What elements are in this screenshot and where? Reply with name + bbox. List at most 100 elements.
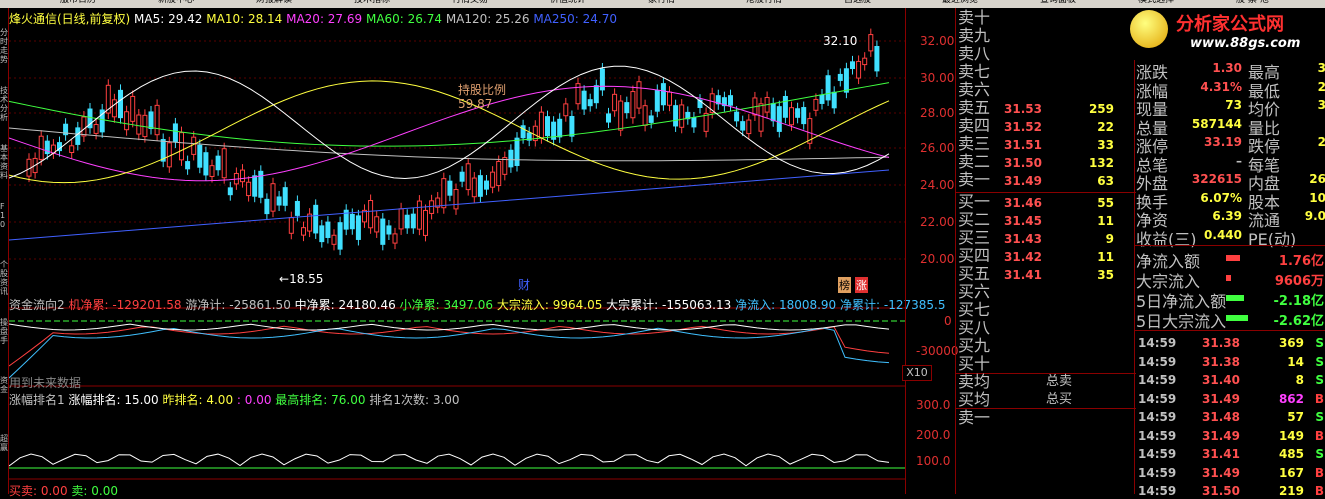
candle-body xyxy=(398,208,404,230)
ask-price[interactable]: 31.51 xyxy=(1004,138,1042,152)
tick-volume: 57 xyxy=(1287,410,1304,424)
stat-value: 33.19 xyxy=(1204,135,1242,149)
ask-price[interactable]: 31.49 xyxy=(1004,174,1042,188)
ask-level-label: 卖十 xyxy=(958,8,991,27)
price-axis: X10 32.00 30.00 28.00 26.00 24.00 22.00 20.00 0… xyxy=(902,8,959,494)
candle-body xyxy=(660,83,666,106)
candle-body xyxy=(819,94,825,104)
candle-body xyxy=(667,91,672,106)
top-menu-item[interactable]: 查询面板 xyxy=(1040,0,1076,5)
left-tab[interactable]: 技术分析 xyxy=(0,86,8,140)
stat-value: 0.440 xyxy=(1204,227,1242,242)
tick-side: S xyxy=(1315,354,1324,369)
ask-level-label: 卖八 xyxy=(958,44,991,63)
capital-value: -2.62亿 xyxy=(1273,314,1324,329)
candle-body xyxy=(496,160,502,187)
flow-value: 机净累: -129201.58 xyxy=(68,298,182,312)
brand-title: 分析家公式网 xyxy=(1176,14,1284,35)
rank-axis-tick: 300.0 xyxy=(916,398,951,412)
price-tick: 20.00 xyxy=(920,252,955,266)
top-menu-item[interactable]: 价值统计 xyxy=(550,0,586,5)
candle-body xyxy=(410,213,416,229)
bid-level-label: 买一 xyxy=(958,192,991,211)
candle-body xyxy=(404,214,410,229)
left-tab[interactable]: 操盘手 xyxy=(0,318,8,372)
candle-body xyxy=(831,91,837,109)
candle-body xyxy=(282,187,288,206)
candle-body xyxy=(581,90,587,110)
candle-body xyxy=(380,218,386,245)
candle-body xyxy=(148,111,154,130)
candle-body xyxy=(703,112,709,132)
candle-body xyxy=(770,103,776,122)
bid-price[interactable]: 31.42 xyxy=(1004,250,1042,264)
brand-banner: 分析家公式网 www.88gs.com xyxy=(1128,8,1325,60)
candle-body xyxy=(288,217,294,234)
tick-volume: 862 xyxy=(1278,391,1304,406)
top-menu-item[interactable]: 服币日历 xyxy=(60,0,96,5)
top-menu-item[interactable]: 自选股 xyxy=(844,0,871,5)
bid-price[interactable]: 31.43 xyxy=(1004,232,1042,246)
stat-value: 26 xyxy=(1309,172,1325,186)
top-menu-item[interactable]: 财报解读 xyxy=(256,0,292,5)
ask-price[interactable]: 31.53 xyxy=(1004,102,1042,116)
candle-body xyxy=(679,104,685,128)
avg-buy-label: 买均 xyxy=(958,390,991,409)
candle-body xyxy=(447,180,453,196)
bid-price[interactable]: 31.46 xyxy=(1004,196,1042,210)
top-menu-item[interactable]: 行情交易 xyxy=(452,0,488,5)
ask-price[interactable]: 31.50 xyxy=(1004,156,1042,170)
left-tab[interactable]: 资金 xyxy=(0,376,8,430)
tick-price: 31.48 xyxy=(1202,410,1240,424)
tick-side: B xyxy=(1314,484,1324,498)
tick-volume: 14 xyxy=(1287,354,1304,369)
candle-body xyxy=(874,45,880,72)
bid-price[interactable]: 31.41 xyxy=(1004,268,1042,282)
top-menu-item[interactable]: 股 票 池 xyxy=(1236,0,1269,5)
tick-side: B xyxy=(1314,391,1324,406)
orderbook-divider xyxy=(956,408,1136,409)
candle-body xyxy=(313,204,319,234)
candle-body xyxy=(508,149,514,168)
bid-level-label: 买四 xyxy=(958,246,991,265)
candle-body xyxy=(130,95,136,122)
ma-label: MA120: 25.26 xyxy=(442,12,530,26)
kline-chart[interactable] xyxy=(9,8,905,494)
limit-up-marker[interactable]: 涨 xyxy=(855,277,868,293)
left-tab[interactable]: 分时走势 xyxy=(0,28,8,82)
rank-value: 涨幅排名: 15.00 xyxy=(68,393,159,407)
candle-body xyxy=(642,105,648,126)
sell-value: 卖: 0.00 xyxy=(71,484,118,498)
rank-axis-tick: 200.0 xyxy=(916,428,951,442)
tick-price: 31.49 xyxy=(1202,391,1240,406)
candle-body xyxy=(490,171,496,188)
top-menu-item[interactable]: 港股行情 xyxy=(746,0,782,5)
rank-list-marker[interactable]: 榜 xyxy=(838,277,851,293)
left-tab[interactable]: 超赢 xyxy=(0,434,8,488)
candle-body xyxy=(118,89,123,119)
financial-report-marker[interactable]: 财 xyxy=(518,276,530,293)
top-menu-item[interactable]: 最近浏览 xyxy=(942,0,978,5)
sell-one-label: 卖一 xyxy=(958,408,991,427)
candle-body xyxy=(587,99,593,107)
top-menu-item[interactable]: 技术指标 xyxy=(354,0,390,5)
ask-level-label: 卖七 xyxy=(958,62,991,81)
bid-level-label: 买八 xyxy=(958,318,991,337)
left-tab[interactable]: F10 xyxy=(0,202,8,256)
top-menu-item[interactable]: 家行情 xyxy=(648,0,675,5)
capital-divider xyxy=(1134,330,1325,331)
capital-bar xyxy=(1226,255,1240,261)
left-tab[interactable]: 个股资讯 xyxy=(0,260,8,314)
tick-price: 31.38 xyxy=(1202,336,1240,350)
candle-body xyxy=(862,57,868,66)
candle-body xyxy=(740,121,746,131)
bid-price[interactable]: 31.45 xyxy=(1004,214,1042,228)
chart-area[interactable]: 烽火通信(日线,前复权) MA5: 29.42 MA10: 28.14 MA20… xyxy=(9,8,945,498)
candle-body xyxy=(136,114,142,135)
ask-price[interactable]: 31.52 xyxy=(1004,120,1042,134)
flow-value: 大宗累计: -155063.13 xyxy=(602,298,732,312)
top-menu-item[interactable]: 模式选择 xyxy=(1138,0,1174,5)
left-tab[interactable]: 基本资料 xyxy=(0,144,8,198)
top-menu-item[interactable]: 新股中心 xyxy=(158,0,194,5)
candle-body xyxy=(38,135,44,160)
